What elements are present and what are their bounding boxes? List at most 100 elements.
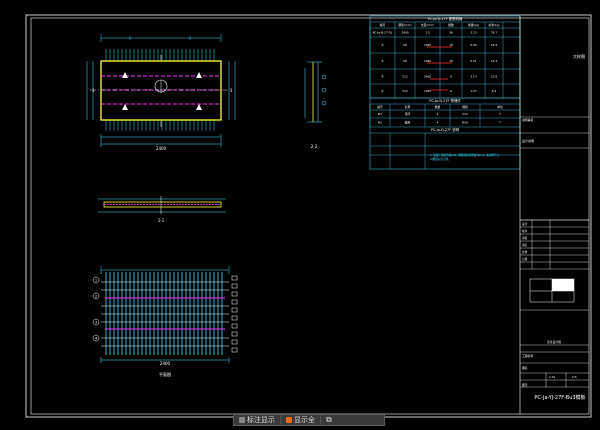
annotation-toggle-button[interactable]: 标注显示: [234, 415, 280, 425]
vertical-title: 大样图: [573, 53, 585, 59]
rebar-table-cell: ④: [381, 89, 384, 93]
svg-text:螺母: 螺母: [405, 121, 411, 125]
cad-drawing: 2400 1 1 2-2 1-1 1 2 3 4 2400 平面图 PC-Ja-…: [25, 14, 592, 418]
svg-text:2: 2: [95, 295, 97, 299]
svg-text:3: 3: [95, 321, 97, 325]
rebar-table-cell: 1.07: [470, 89, 476, 93]
rebar-table-cell: 0.51: [470, 59, 476, 63]
rebar-table-cell: 2.13: [470, 31, 476, 35]
rebar-table-cell: 0.94: [470, 43, 476, 47]
layers-icon: ⧉: [326, 415, 332, 424]
rebar-table-cell: 16.9: [491, 43, 497, 47]
section-22-label: 2-2: [311, 144, 318, 149]
svg-text:设计: 设计: [522, 222, 528, 226]
section-2-2: 2-2: [304, 61, 327, 149]
rebar-table-cell: 6: [450, 89, 452, 93]
svg-text:1: 1: [95, 279, 97, 283]
rebar-table-cell: C12: [402, 75, 408, 79]
show-all-button[interactable]: 显示全: [280, 415, 320, 425]
svg-text:审定: 审定: [522, 243, 528, 247]
svg-text:某某设计院: 某某设计院: [547, 340, 561, 344]
svg-text:校对: 校对: [522, 229, 528, 233]
rebar-table-header-5: 总重(kg): [488, 23, 499, 27]
svg-text:图号: 图号: [522, 383, 528, 387]
rebar-table-cell: 2400: [401, 31, 408, 35]
svg-text:数量: 数量: [435, 105, 441, 109]
rebar-table-header-2: 长度(mm): [421, 23, 434, 27]
rebar-table-cell: 1280: [424, 59, 431, 63]
drawing-number: PC-Ja-YJ-27F-Bu3模板: [534, 394, 585, 401]
rebar-table-cell: 2380: [424, 43, 431, 47]
svg-text:编号: 编号: [377, 105, 383, 109]
notes-line1: 1. 混凝土强度等级C30, 钢筋保护层厚度15mm, 未注明尺寸: [430, 153, 500, 157]
outer-frame: [25, 14, 592, 418]
rebar-table-cell: 2400: [424, 75, 431, 79]
notes-table-title: PC-Ja-YJ-27F 说明: [431, 127, 460, 132]
svg-text:名称: 名称: [405, 105, 411, 109]
svg-text:日期: 日期: [522, 257, 528, 261]
rebar-table-cell: C8: [403, 59, 407, 63]
svg-text:比例: 比例: [522, 250, 528, 254]
svg-text:M2: M2: [378, 121, 382, 125]
svg-text:图名: 图名: [522, 366, 528, 370]
svg-text:1:10: 1:10: [549, 375, 556, 379]
svg-text:说明事项: 说明事项: [522, 118, 533, 122]
rebar-table-cell: ③: [381, 75, 384, 79]
inner-frame: [30, 17, 590, 415]
plan-total-dim: 2400: [156, 146, 167, 151]
plan-view: 2400 1 1: [86, 34, 236, 151]
rebar-table-header-4: 重量(kg): [468, 23, 479, 27]
rebar-table-cell: 28: [449, 59, 453, 63]
svg-text:工程名称: 工程名称: [522, 354, 533, 358]
rebar-table-cell: 36: [449, 31, 453, 35]
svg-text:设计说明: 设计说明: [522, 138, 534, 143]
rebar-table-title: PC-Ja-YJ-27F 配筋规格: [428, 16, 463, 21]
svg-text:2: 2: [437, 112, 439, 116]
rebar-table-cell: ②: [381, 59, 384, 63]
rebar-total-dim: 2400: [160, 361, 171, 366]
svg-text:C12: C12: [462, 112, 468, 116]
notes-line2: 以图纸标注为准。: [430, 157, 451, 161]
rebar-table-cell: 6.4: [492, 89, 497, 93]
section-11-label: 1-1: [158, 218, 165, 223]
rebar-view: 1 2 3 4 2400 平面图: [92, 266, 238, 377]
svg-text:审核: 审核: [522, 236, 528, 240]
embed-table-title: PC-Ja-YJ-27F 预埋件: [429, 98, 461, 103]
rebar-table-cell: 2.13: [470, 75, 476, 79]
svg-text:4: 4: [95, 337, 98, 341]
svg-text:1/3: 1/3: [572, 375, 577, 379]
layers-button[interactable]: ⧉: [320, 415, 337, 425]
rebar-table-header-0: 编号: [380, 23, 386, 27]
svg-text:个: 个: [499, 121, 502, 125]
svg-text:1: 1: [230, 88, 233, 93]
rebar-table-cell: ①: [381, 43, 384, 47]
rebar-table-cell: 14.3: [491, 59, 497, 63]
svg-text:M1: M1: [378, 112, 382, 116]
rebar-table-cell: 6: [450, 75, 452, 79]
svg-text:4: 4: [437, 121, 439, 125]
svg-text:1: 1: [92, 88, 95, 93]
show-all-icon: [286, 417, 292, 423]
svg-text:吊环: 吊环: [405, 112, 411, 116]
rebar-table-header-1: 钢筋(mm): [398, 23, 411, 27]
title-block: 设计校对审核审定比例日期 某某设计院 工程名称 图名 图号 1:10 1/3 P…: [520, 219, 589, 401]
bottom-toolbar: 标注显示 显示全 ⧉: [233, 414, 385, 426]
rebar-table-cell: C8: [403, 43, 407, 47]
rebar-table-cell: 76.7: [491, 31, 497, 35]
rebar-table-cell: PC-Ja-YJ-27-01: [373, 31, 393, 35]
svg-text:单位: 单位: [497, 105, 503, 109]
rebar-table: PC-Ja-YJ-27F 配筋规格 编号 钢筋(mm) 长度(mm) 根数 重量(kg)…: [369, 15, 521, 170]
rebar-table-cell: 1.0: [425, 31, 430, 35]
cad-drawing-canvas[interactable]: 2400 1 1 2-2 1-1 1 2 3 4 2400 平面图 PC-Ja-…: [0, 0, 600, 426]
rebar-table-cell: 1200: [424, 89, 431, 93]
svg-text:M16: M16: [462, 121, 468, 125]
rebar-view-title: 平面图: [159, 371, 171, 377]
annotation-icon: [239, 417, 245, 423]
section-1-1: 1-1: [98, 196, 226, 223]
rebar-table-header-3: 根数: [448, 23, 454, 27]
rebar-table-cell: C12: [402, 89, 408, 93]
rebar-table-cell: 18: [449, 43, 453, 47]
svg-text:个: 个: [499, 112, 502, 116]
svg-text:规格: 规格: [462, 105, 468, 109]
rebar-table-cell: 12.8: [491, 75, 497, 79]
